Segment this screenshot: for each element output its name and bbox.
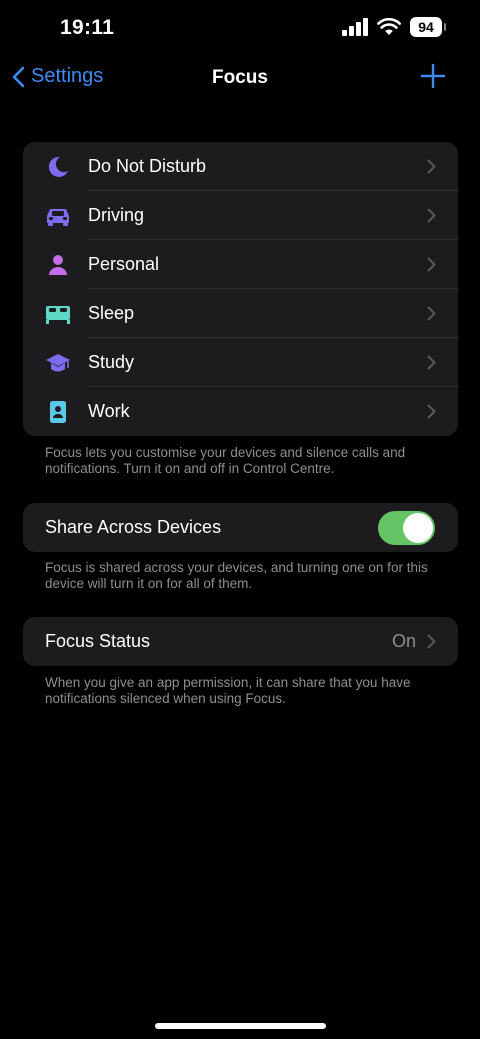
chevron-right-icon bbox=[427, 208, 436, 223]
focus-status-value: On bbox=[391, 631, 416, 651]
focus-item-label: Personal bbox=[88, 254, 160, 274]
focus-item-study[interactable]: Study bbox=[23, 338, 458, 387]
focus-modes-list: Do Not Disturb Driving Personal Sleep St… bbox=[23, 142, 458, 436]
focus-status-footnote: When you give an app permission, it can … bbox=[45, 675, 411, 706]
share-across-devices-group: Share Across Devices bbox=[23, 503, 458, 552]
chevron-right-icon bbox=[427, 257, 436, 272]
moon-icon bbox=[45, 154, 71, 180]
focus-item-work[interactable]: Work bbox=[23, 387, 458, 436]
battery-indicator: 94 bbox=[410, 17, 446, 37]
focus-status-group: Focus Status On bbox=[23, 617, 458, 666]
share-footnote: Focus is shared across your devices, and… bbox=[45, 560, 428, 591]
focus-item-personal[interactable]: Personal bbox=[23, 240, 458, 289]
focus-item-label: Study bbox=[88, 352, 135, 372]
focus-item-driving[interactable]: Driving bbox=[23, 191, 458, 240]
status-time: 19:11 bbox=[60, 16, 115, 39]
chevron-right-icon bbox=[427, 306, 436, 321]
focus-item-label: Work bbox=[88, 401, 130, 421]
person-icon bbox=[45, 252, 71, 278]
graduation-cap-icon bbox=[45, 350, 71, 376]
focus-item-do-not-disturb[interactable]: Do Not Disturb bbox=[23, 142, 458, 191]
chevron-right-icon bbox=[427, 634, 436, 649]
focus-item-label: Sleep bbox=[88, 303, 135, 323]
share-across-devices-toggle[interactable] bbox=[378, 511, 435, 545]
cellular-signal-icon bbox=[342, 18, 368, 36]
toggle-knob bbox=[403, 513, 433, 543]
focus-footnote: Focus lets you customise your devices an… bbox=[45, 445, 406, 476]
focus-status-label: Focus Status bbox=[45, 631, 151, 651]
status-icons: 94 bbox=[342, 17, 446, 37]
share-across-devices-label: Share Across Devices bbox=[45, 517, 222, 537]
status-bar: 19:11 94 bbox=[0, 0, 480, 56]
page-title: Focus bbox=[212, 67, 268, 88]
id-badge-icon bbox=[45, 399, 71, 425]
chevron-right-icon bbox=[427, 355, 436, 370]
wifi-icon bbox=[377, 18, 401, 35]
share-across-devices-row: Share Across Devices bbox=[23, 503, 458, 552]
focus-status-row[interactable]: Focus Status On bbox=[23, 617, 458, 666]
focus-item-label: Do Not Disturb bbox=[88, 156, 207, 176]
car-icon bbox=[45, 203, 71, 229]
navigation-bar: Settings Focus bbox=[0, 56, 480, 100]
home-indicator[interactable] bbox=[155, 1023, 326, 1029]
focus-item-label: Driving bbox=[88, 205, 145, 225]
add-icon[interactable] bbox=[420, 63, 446, 89]
battery-level: 94 bbox=[418, 19, 434, 35]
chevron-right-icon bbox=[427, 159, 436, 174]
chevron-right-icon bbox=[427, 404, 436, 419]
focus-item-sleep[interactable]: Sleep bbox=[23, 289, 458, 338]
bed-icon bbox=[45, 301, 71, 327]
